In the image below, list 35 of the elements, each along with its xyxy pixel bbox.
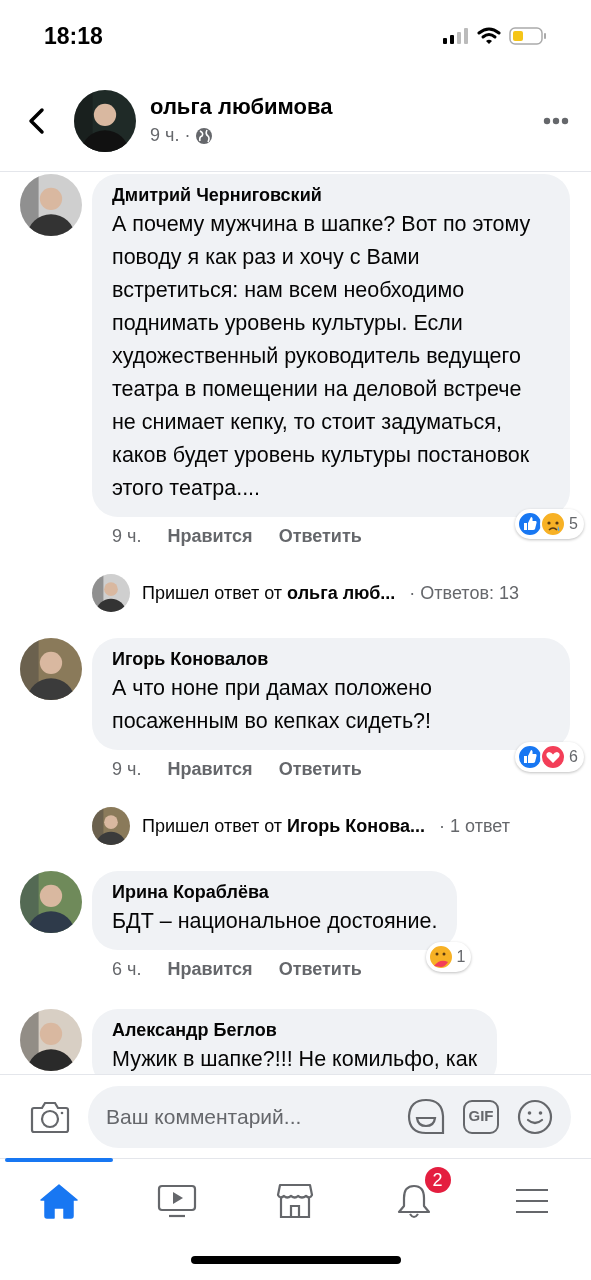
reply-link[interactable]: Ответить [278, 956, 362, 983]
reaction-count: 5 [569, 514, 578, 534]
comment-text: Мужик в шапке?!!! Не комильфо, как [112, 1046, 478, 1073]
reply-link[interactable]: Ответить [278, 756, 362, 783]
status-time: 18:18 [44, 21, 103, 51]
commenter-name[interactable]: Дмитрий Черниговский [112, 182, 550, 208]
reply-link[interactable]: Ответить [278, 523, 362, 550]
like-link[interactable]: Нравится [167, 756, 253, 783]
comment-text: А почему мужчина в шапке? Вот по этому поводу я как раз и хочу с Вами встретиться: нам всем необходимо поднимать уровень культуры. Если художественный руководитель ведущего театра в помещении на деловой встрече не снимает кепку, то стоит задуматься, каков будет уровень культуры постановок этого театра.... [112, 211, 532, 502]
commenter-name[interactable]: Игорь Коновалов [112, 646, 550, 672]
post-time: 9 ч. [150, 124, 180, 147]
like-link[interactable]: Нравится [167, 956, 253, 983]
view-replies-link[interactable]: Пришел ответ от ольга люб... [142, 579, 396, 607]
reaction-summary[interactable]: 1 [425, 942, 472, 972]
tab-notifications[interactable]: 2 [354, 1159, 473, 1242]
like-link[interactable]: Нравится [167, 523, 253, 550]
reaction-summary[interactable]: 6 [515, 742, 584, 772]
gif-button[interactable]: GIF [463, 1099, 499, 1134]
comment-time: 9 ч. [112, 758, 142, 781]
comment-time: 6 ч. [112, 958, 142, 981]
comment-time: 9 ч. [112, 525, 142, 548]
separator-dot: · [184, 124, 191, 147]
commenter-name[interactable]: Александр Беглов [112, 1017, 478, 1043]
reply-count: · Ответов: 13 [409, 581, 519, 605]
comment-text: А что ноне при дамах положено посаженным во кепках сидеть?! [112, 675, 434, 735]
reaction-count: 1 [456, 947, 466, 967]
author-name[interactable]: ольга любимова [150, 92, 333, 122]
reply-count: · 1 ответ [439, 814, 510, 838]
comment-text: БДТ – национальное достояние. [112, 908, 438, 935]
reaction-count: 6 [569, 747, 578, 767]
commenter-name[interactable]: Ирина Кораблёва [112, 879, 438, 905]
notification-badge: 2 [424, 1167, 451, 1193]
comment-field[interactable]: Ваш комментарий... GIF [88, 1085, 571, 1148]
reaction-summary[interactable]: 5 [515, 509, 584, 539]
view-replies-link[interactable]: Пришел ответ от Игорь Конова... [142, 812, 426, 840]
